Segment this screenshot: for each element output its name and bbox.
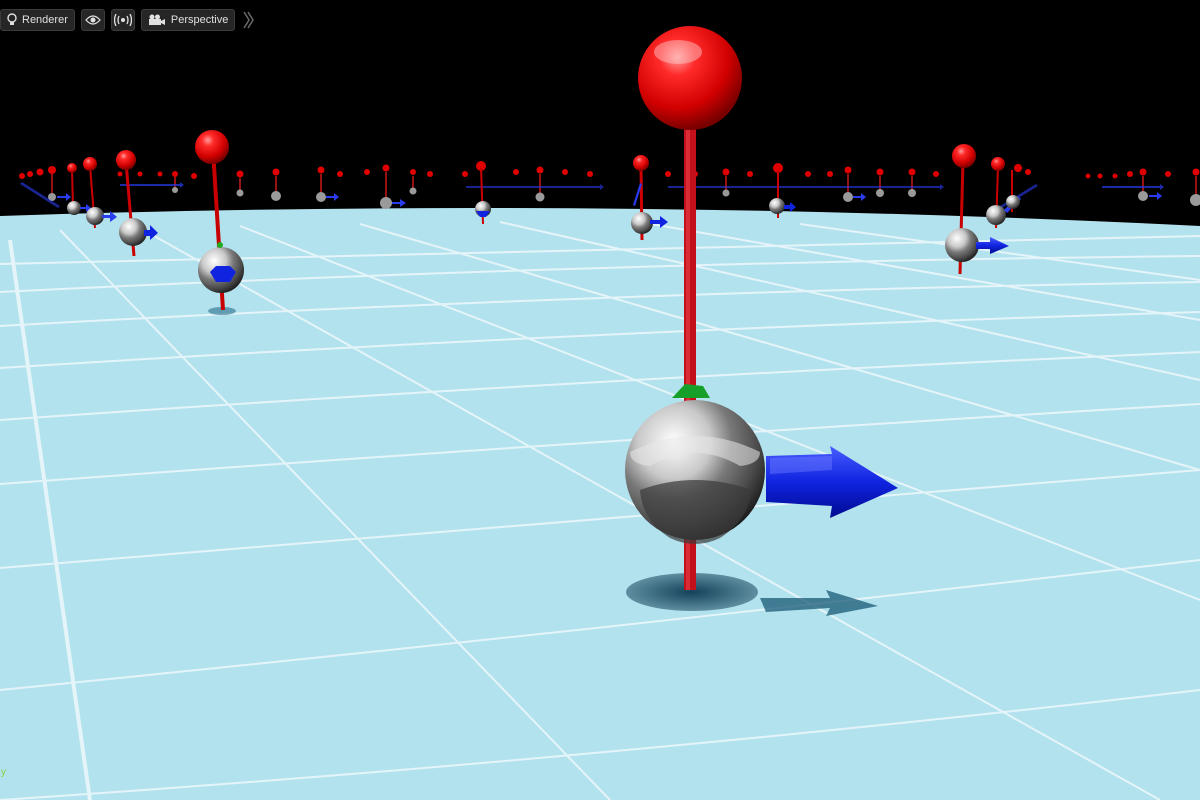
3d-viewport[interactable] — [0, 0, 1200, 800]
renderer-button[interactable]: Renderer — [0, 9, 75, 31]
camera-icon — [148, 14, 165, 25]
axis-indicator: y — [1, 767, 6, 778]
perspective-label: Perspective — [170, 14, 229, 26]
broadcast-icon — [113, 14, 132, 26]
perspective-button[interactable]: Perspective — [140, 9, 236, 31]
viewport-toolbar: Renderer Perspective — [0, 8, 255, 32]
realtime-button[interactable] — [110, 9, 135, 31]
double-chevron-icon — [243, 11, 255, 29]
eye-icon — [84, 15, 101, 25]
lightbulb-icon — [7, 13, 17, 25]
toolbar-overflow-button[interactable] — [241, 9, 255, 31]
marker-top-sphere — [638, 26, 742, 130]
view-options-button[interactable] — [80, 9, 105, 31]
renderer-label: Renderer — [22, 14, 68, 26]
